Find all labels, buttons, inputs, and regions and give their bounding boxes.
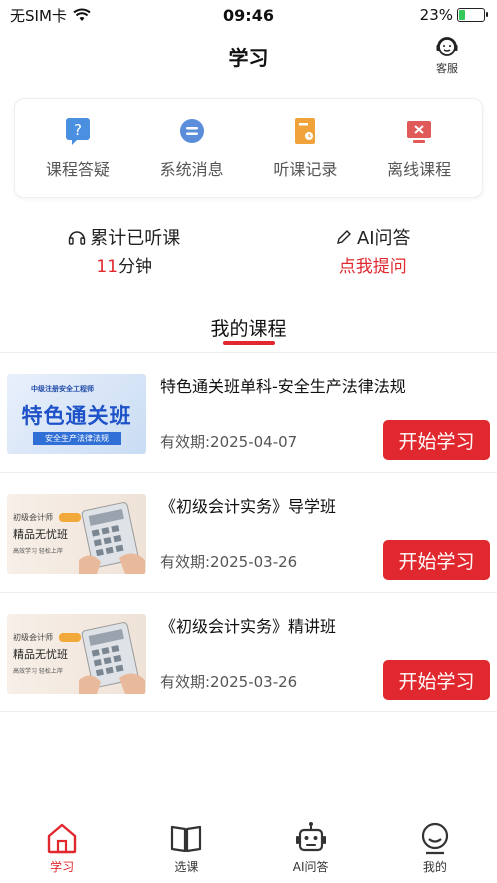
course-name: 《初级会计实务》精讲班 <box>160 617 337 636</box>
course-item[interactable]: 中级注册安全工程师 特色通关班 安全生产法律法规 特色通关班单科-安全生产法律法… <box>0 352 497 472</box>
service-label: 客服 <box>436 62 458 75</box>
thumb-tag <box>59 633 81 642</box>
customer-service-button[interactable]: 客服 <box>427 34 467 76</box>
start-study-button[interactable]: 开始学习 <box>383 660 490 700</box>
quick-item-label: 离线课程 <box>387 160 452 179</box>
stats-row: 累计已听课 11分钟 AI问答 点我提问 <box>0 224 497 277</box>
tab-label: 选课 <box>174 860 199 874</box>
ai-qa-stat[interactable]: AI问答 点我提问 <box>249 224 497 277</box>
section-title: 我的课程 <box>210 318 287 340</box>
profile-icon <box>421 822 448 855</box>
battery-icon <box>457 8 488 22</box>
tab-label: AI问答 <box>292 860 329 874</box>
headset-icon <box>436 37 458 56</box>
header: 学习 客服 <box>0 32 497 82</box>
tab-study[interactable]: 学习 <box>0 820 124 883</box>
svg-text:?: ? <box>74 121 82 139</box>
course-thumbnail: 初级会计师 精品无忧班 高效学习 轻松上岸 <box>7 494 146 574</box>
quick-item-system-messages[interactable]: 系统消息 <box>147 116 237 180</box>
quick-item-offline-courses[interactable]: 离线课程 <box>374 116 464 180</box>
listen-minutes: 11 <box>96 257 119 277</box>
question-icon: ? <box>65 118 90 145</box>
status-bar: 无SIM卡 09:46 23% <box>0 0 497 30</box>
home-icon <box>47 823 77 854</box>
section-underline <box>223 341 275 345</box>
course-name: 《初级会计实务》导学班 <box>160 497 337 516</box>
pencil-icon <box>336 230 351 244</box>
quick-item-label: 听课记录 <box>273 160 338 179</box>
quick-item-course-qa[interactable]: ? 课程答疑 <box>33 116 123 180</box>
carrier-label: 无SIM卡 <box>10 6 67 25</box>
start-study-button[interactable]: 开始学习 <box>383 540 490 580</box>
headphones-icon <box>69 231 86 245</box>
thumb-sub-text: 安全生产法律法规 <box>33 432 121 445</box>
thumb-top-text: 中级注册安全工程师 <box>31 385 94 393</box>
course-thumbnail: 初级会计师 精品无忧班 高效学习 轻松上岸 <box>7 614 146 694</box>
listen-time-stat: 累计已听课 11分钟 <box>0 224 249 277</box>
calculator-illustration <box>79 502 145 574</box>
calculator-illustration <box>79 622 145 694</box>
quick-item-label: 课程答疑 <box>45 160 110 179</box>
tab-ai-qa[interactable]: AI问答 <box>249 820 373 883</box>
wifi-icon <box>73 8 91 21</box>
tab-courses[interactable]: 选课 <box>124 820 248 883</box>
ask-link[interactable]: 点我提问 <box>339 252 407 277</box>
listen-title: 累计已听课 <box>90 228 181 249</box>
thumb-tag <box>59 513 81 522</box>
tab-label: 学习 <box>50 860 75 874</box>
thumb-main-text: 特色通关班 <box>21 404 132 428</box>
thumb-top-text: 初级会计师 <box>13 513 53 522</box>
course-thumbnail: 中级注册安全工程师 特色通关班 安全生产法律法规 <box>7 374 146 454</box>
bottom-tab-bar: 学习 选课 AI问答 我的 <box>0 820 497 883</box>
tab-label: 我的 <box>422 860 447 874</box>
book-icon <box>171 825 202 853</box>
message-icon <box>179 119 204 143</box>
course-item[interactable]: 初级会计师 精品无忧班 高效学习 轻松上岸 《初级会计实务》导学班 有效期:20… <box>0 472 497 592</box>
offline-icon <box>407 121 432 143</box>
course-expiry: 有效期:2025-03-26 <box>160 553 298 571</box>
course-list: 中级注册安全工程师 特色通关班 安全生产法律法规 特色通关班单科-安全生产法律法… <box>0 352 497 712</box>
course-expiry: 有效期:2025-04-07 <box>160 433 298 451</box>
thumb-top-text: 初级会计师 <box>13 633 53 642</box>
quick-item-label: 系统消息 <box>159 160 224 179</box>
ai-title: AI问答 <box>356 228 411 249</box>
thumb-main-text: 精品无忧班 <box>13 648 68 661</box>
listen-unit: 分钟 <box>118 257 153 277</box>
record-icon <box>295 118 316 144</box>
course-item[interactable]: 初级会计师 精品无忧班 高效学习 轻松上岸 《初级会计实务》精讲班 有效期:20… <box>0 592 497 712</box>
quick-actions-card: ? 课程答疑 系统消息 听课记录 离线课程 <box>14 98 483 198</box>
battery-percent: 23% <box>419 6 453 24</box>
start-study-button[interactable]: 开始学习 <box>383 420 490 460</box>
page-title: 学习 <box>228 46 269 70</box>
course-name: 特色通关班单科-安全生产法律法规 <box>160 377 406 396</box>
thumb-sub-text: 高效学习 轻松上岸 <box>13 548 63 555</box>
quick-item-listening-records[interactable]: 听课记录 <box>260 116 350 180</box>
thumb-sub-text: 高效学习 轻松上岸 <box>13 668 63 675</box>
course-expiry: 有效期:2025-03-26 <box>160 673 298 691</box>
tab-mine[interactable]: 我的 <box>373 820 497 883</box>
robot-icon <box>295 822 326 852</box>
thumb-main-text: 精品无忧班 <box>13 528 68 541</box>
